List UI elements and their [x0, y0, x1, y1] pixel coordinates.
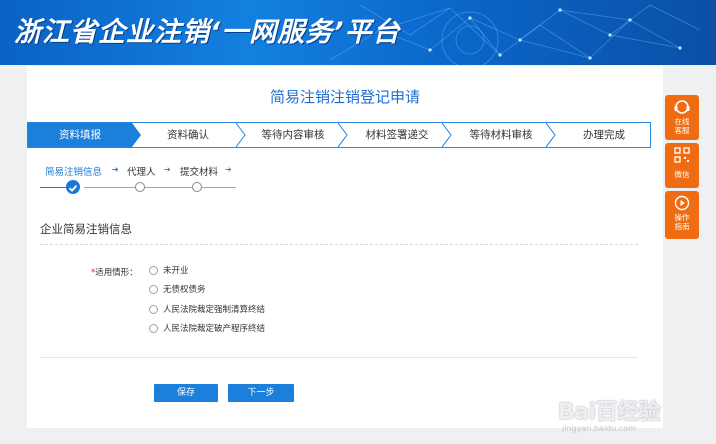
- save-button[interactable]: 保存: [154, 384, 218, 402]
- radio-label: 人民法院裁定破产程序终结: [163, 324, 266, 334]
- baidu-jingyan-watermark: Bai百经验 jingyan.baidu.com: [558, 394, 661, 433]
- substep-submit-materials[interactable]: 提交材料: [180, 164, 218, 178]
- platform-title: 浙江省企业注销‘一网服务’平台: [14, 17, 401, 48]
- online-service-button[interactable]: 在线客服: [665, 95, 699, 140]
- divider: [40, 244, 638, 245]
- step-1: 资料填报: [28, 123, 132, 147]
- step-3: 等待内容审核: [261, 129, 325, 141]
- operation-guide-button[interactable]: 操作指南: [665, 191, 699, 239]
- radio-circle-icon[interactable]: [149, 323, 158, 333]
- divider: [40, 357, 638, 358]
- side-toolbar: 在线客服 微信 操作指南: [665, 95, 699, 242]
- radio-label: 无债权债务: [163, 285, 206, 295]
- radio-label: 人民法院裁定强制清算终结: [163, 305, 266, 315]
- arrow-right-icon: ➔: [164, 165, 171, 174]
- pending-circle-icon: [192, 182, 202, 192]
- arrow-right-icon: ➔: [112, 165, 119, 174]
- radio-circle-icon[interactable]: [149, 265, 158, 275]
- next-step-button[interactable]: 下一步: [228, 384, 294, 402]
- header-banner: 浙江省企业注销‘一网服务’平台: [0, 0, 716, 65]
- play-circle-icon: [674, 195, 690, 211]
- check-circle-icon: [66, 180, 80, 194]
- step-4: 材料签署递交: [365, 129, 429, 141]
- radio-circle-icon[interactable]: [149, 284, 158, 294]
- step-arrow-icon: [546, 123, 556, 147]
- operation-guide-label: 操作指南: [674, 213, 690, 231]
- substep-agent[interactable]: 代理人: [127, 164, 156, 178]
- step-5: 等待材料审核: [469, 129, 533, 141]
- online-service-label: 在线客服: [674, 117, 690, 135]
- qr-code-icon: [674, 147, 690, 163]
- step-arrow-icon: [442, 123, 452, 147]
- substep-basic-info[interactable]: 简易注销信息: [45, 164, 102, 178]
- radio-option-not-opened[interactable]: 未开业: [149, 263, 189, 277]
- step-arrow-icon: [338, 123, 348, 147]
- progress-stepper: 资料填报 资料确认 等待内容审核 材料签署递交 等待材料审核 办理完成: [27, 122, 651, 148]
- customer-service-icon: [674, 100, 690, 114]
- label-text: 适用情形：: [95, 268, 138, 278]
- step-2: 资料确认: [167, 129, 209, 141]
- radio-option-court-bankruptcy[interactable]: 人民法院裁定破产程序终结: [149, 321, 265, 335]
- main-panel: 简易注销注销登记申请 资料填报 资料确认 等待内容审核 材料签署递交 等待材料审…: [27, 66, 663, 428]
- applicable-situation-label: *适用情形：: [91, 266, 138, 278]
- wechat-button[interactable]: 微信: [665, 143, 699, 188]
- pending-circle-icon: [135, 182, 145, 192]
- radio-label: 未开业: [163, 266, 189, 276]
- step-6: 办理完成: [583, 129, 625, 141]
- wechat-label: 微信: [674, 170, 690, 179]
- page-title: 简易注销注销登记申请: [269, 88, 420, 106]
- radio-circle-icon[interactable]: [149, 304, 158, 314]
- radio-option-no-debt[interactable]: 无债权债务: [149, 282, 206, 296]
- section-title: 企业简易注销信息: [40, 222, 132, 236]
- arrow-right-icon: ➔: [225, 165, 232, 174]
- substep-track-line: [84, 187, 236, 188]
- radio-option-court-liquidation[interactable]: 人民法院裁定强制清算终结: [149, 302, 265, 316]
- watermark-logo: Bai百经验: [558, 400, 661, 425]
